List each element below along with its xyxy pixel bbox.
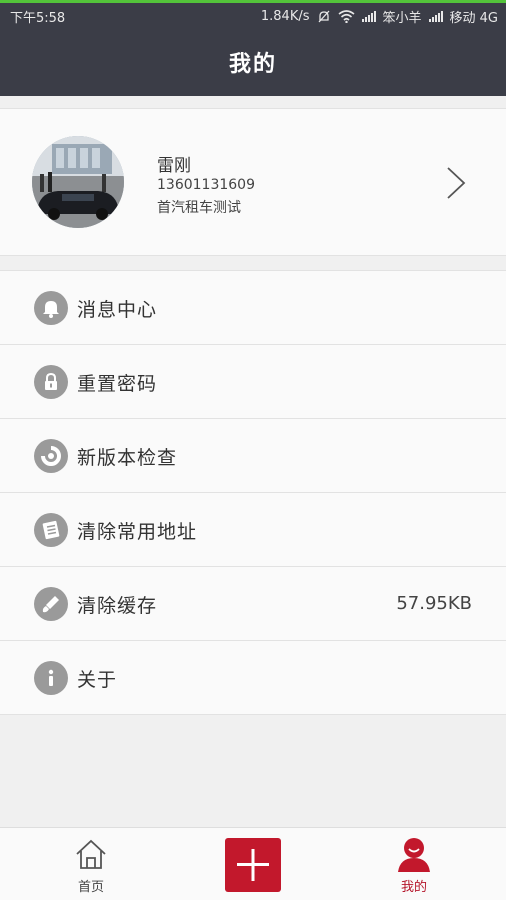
status-bar: 下午5:58 1.84K/s 笨小羊 移动 4G — [0, 3, 506, 27]
menu-item-about[interactable]: 关于 — [0, 641, 506, 715]
mute-icon — [318, 10, 329, 22]
tab-mine[interactable]: 我的 — [354, 828, 474, 900]
tab-home[interactable]: 首页 — [31, 828, 151, 900]
profile-company: 首汽租车测试 — [157, 200, 241, 216]
chevron-right-icon[interactable] — [444, 165, 468, 201]
menu-item-version-check[interactable]: 新版本检查 — [0, 419, 506, 493]
profile-card[interactable]: 雷刚 13601131609 首汽租车测试 — [0, 108, 506, 256]
menu-label: 关于 — [77, 669, 118, 691]
page-title: 我的 — [228, 52, 277, 77]
bell-icon — [34, 291, 68, 325]
menu-item-clear-cache[interactable]: 清除缓存 57.95KB — [0, 567, 506, 641]
menu-label: 消息中心 — [77, 299, 158, 321]
carrier-1: 笨小羊 — [382, 11, 422, 26]
brush-icon — [34, 587, 68, 621]
cache-size: 57.95KB — [396, 593, 472, 614]
menu-label: 重置密码 — [77, 373, 158, 395]
menu-item-clear-addresses[interactable]: 清除常用地址 — [0, 493, 506, 567]
add-button[interactable] — [225, 838, 281, 892]
status-right: 1.84K/s 笨小羊 移动 4G — [261, 7, 498, 26]
refresh-icon — [34, 439, 68, 473]
carrier-2: 移动 4G — [449, 11, 498, 26]
menu-label: 清除常用地址 — [77, 521, 198, 543]
user-icon — [398, 838, 430, 872]
menu-item-reset-password[interactable]: 重置密码 — [0, 345, 506, 419]
settings-menu: 消息中心 重置密码 新版本检查 清除常用地址 清除缓存 57.95KB 关于 — [0, 270, 506, 715]
tab-home-label: 首页 — [77, 880, 104, 895]
signal-icon-2 — [428, 11, 443, 22]
home-icon — [76, 839, 106, 869]
menu-label: 新版本检查 — [77, 447, 178, 469]
list-icon — [34, 513, 68, 547]
status-time: 下午5:58 — [10, 11, 66, 26]
net-speed: 1.84K/s — [260, 9, 310, 24]
menu-item-message-center[interactable]: 消息中心 — [0, 271, 506, 345]
lock-icon — [34, 365, 68, 399]
wifi-icon — [338, 10, 354, 23]
profile-name: 雷刚 — [157, 156, 191, 176]
signal-icon — [361, 11, 376, 22]
bottom-nav: 首页 我的 — [0, 827, 506, 900]
plus-icon — [237, 849, 269, 881]
top-bar: 下午5:58 1.84K/s 笨小羊 移动 4G 我的 — [0, 0, 506, 96]
menu-label: 清除缓存 — [77, 595, 158, 617]
info-icon — [34, 661, 68, 695]
avatar — [32, 136, 124, 228]
tab-mine-label: 我的 — [400, 880, 427, 895]
profile-phone: 13601131609 — [157, 177, 255, 193]
